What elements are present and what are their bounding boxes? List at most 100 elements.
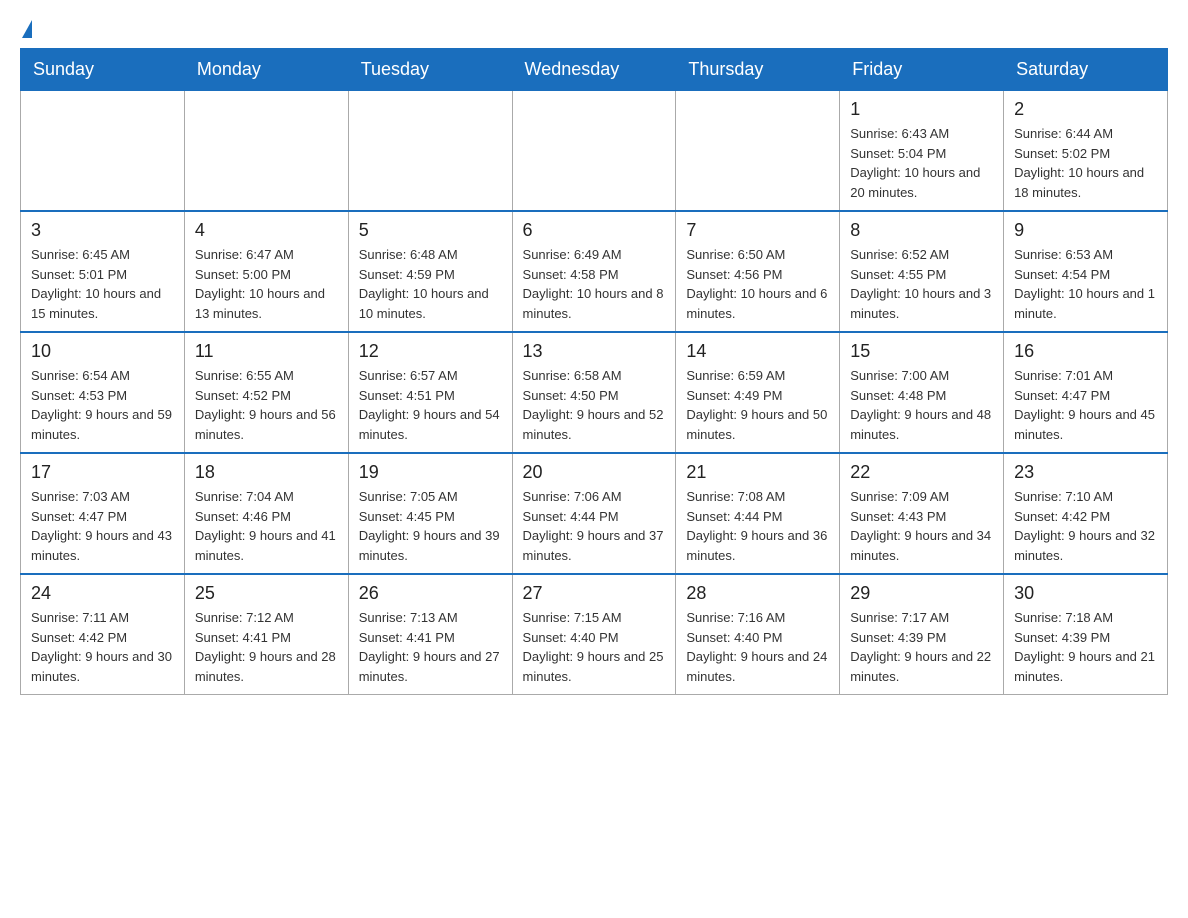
day-sun-info: Sunrise: 7:01 AM Sunset: 4:47 PM Dayligh… xyxy=(1014,366,1157,444)
day-number: 22 xyxy=(850,462,993,483)
calendar-day-cell: 15 Sunrise: 7:00 AM Sunset: 4:48 PM Dayli… xyxy=(840,332,1004,453)
day-number: 30 xyxy=(1014,583,1157,604)
day-number: 25 xyxy=(195,583,338,604)
day-number: 16 xyxy=(1014,341,1157,362)
calendar-day-cell: 10 Sunrise: 6:54 AM Sunset: 4:53 PM Dayli… xyxy=(21,332,185,453)
day-sun-info: Sunrise: 7:04 AM Sunset: 4:46 PM Dayligh… xyxy=(195,487,338,565)
day-sun-info: Sunrise: 7:00 AM Sunset: 4:48 PM Dayligh… xyxy=(850,366,993,444)
header-sunday: Sunday xyxy=(21,49,185,91)
day-sun-info: Sunrise: 7:05 AM Sunset: 4:45 PM Dayligh… xyxy=(359,487,502,565)
day-number: 15 xyxy=(850,341,993,362)
day-number: 23 xyxy=(1014,462,1157,483)
day-number: 24 xyxy=(31,583,174,604)
calendar-day-cell: 22 Sunrise: 7:09 AM Sunset: 4:43 PM Dayli… xyxy=(840,453,1004,574)
header-saturday: Saturday xyxy=(1004,49,1168,91)
calendar-day-cell xyxy=(348,91,512,212)
calendar-day-cell: 28 Sunrise: 7:16 AM Sunset: 4:40 PM Dayli… xyxy=(676,574,840,695)
calendar-day-cell: 9 Sunrise: 6:53 AM Sunset: 4:54 PM Daylig… xyxy=(1004,211,1168,332)
logo xyxy=(20,20,32,38)
calendar-day-cell: 1 Sunrise: 6:43 AM Sunset: 5:04 PM Daylig… xyxy=(840,91,1004,212)
calendar-day-cell: 30 Sunrise: 7:18 AM Sunset: 4:39 PM Dayli… xyxy=(1004,574,1168,695)
calendar-week-row: 10 Sunrise: 6:54 AM Sunset: 4:53 PM Dayli… xyxy=(21,332,1168,453)
page-header xyxy=(20,20,1168,38)
header-monday: Monday xyxy=(184,49,348,91)
day-number: 28 xyxy=(686,583,829,604)
day-number: 12 xyxy=(359,341,502,362)
day-number: 17 xyxy=(31,462,174,483)
calendar-day-cell: 19 Sunrise: 7:05 AM Sunset: 4:45 PM Dayli… xyxy=(348,453,512,574)
calendar-day-cell: 23 Sunrise: 7:10 AM Sunset: 4:42 PM Dayli… xyxy=(1004,453,1168,574)
day-sun-info: Sunrise: 6:50 AM Sunset: 4:56 PM Dayligh… xyxy=(686,245,829,323)
calendar-day-cell: 17Sunrise: 7:03 AM Sunset: 4:47 PM Dayli… xyxy=(21,453,185,574)
header-thursday: Thursday xyxy=(676,49,840,91)
day-number: 27 xyxy=(523,583,666,604)
calendar-week-row: 24 Sunrise: 7:11 AM Sunset: 4:42 PM Dayli… xyxy=(21,574,1168,695)
day-sun-info: Sunrise: 7:08 AM Sunset: 4:44 PM Dayligh… xyxy=(686,487,829,565)
calendar-week-row: 3 Sunrise: 6:45 AM Sunset: 5:01 PM Daylig… xyxy=(21,211,1168,332)
calendar-day-cell: 5 Sunrise: 6:48 AM Sunset: 4:59 PM Daylig… xyxy=(348,211,512,332)
day-sun-info: Sunrise: 6:59 AM Sunset: 4:49 PM Dayligh… xyxy=(686,366,829,444)
calendar-table: Sunday Monday Tuesday Wednesday Thursday… xyxy=(20,48,1168,695)
day-sun-info: Sunrise: 6:49 AM Sunset: 4:58 PM Dayligh… xyxy=(523,245,666,323)
day-sun-info: Sunrise: 6:47 AM Sunset: 5:00 PM Dayligh… xyxy=(195,245,338,323)
calendar-day-cell: 7Sunrise: 6:50 AM Sunset: 4:56 PM Daylig… xyxy=(676,211,840,332)
day-number: 19 xyxy=(359,462,502,483)
day-number: 10 xyxy=(31,341,174,362)
calendar-day-cell: 18Sunrise: 7:04 AM Sunset: 4:46 PM Dayli… xyxy=(184,453,348,574)
day-number: 21 xyxy=(686,462,829,483)
header-wednesday: Wednesday xyxy=(512,49,676,91)
calendar-day-cell: 3 Sunrise: 6:45 AM Sunset: 5:01 PM Daylig… xyxy=(21,211,185,332)
day-number: 20 xyxy=(523,462,666,483)
day-sun-info: Sunrise: 6:45 AM Sunset: 5:01 PM Dayligh… xyxy=(31,245,174,323)
calendar-day-cell: 11 Sunrise: 6:55 AM Sunset: 4:52 PM Dayli… xyxy=(184,332,348,453)
day-number: 1 xyxy=(850,99,993,120)
day-number: 26 xyxy=(359,583,502,604)
day-sun-info: Sunrise: 7:13 AM Sunset: 4:41 PM Dayligh… xyxy=(359,608,502,686)
day-number: 6 xyxy=(523,220,666,241)
day-number: 11 xyxy=(195,341,338,362)
day-number: 29 xyxy=(850,583,993,604)
day-sun-info: Sunrise: 7:06 AM Sunset: 4:44 PM Dayligh… xyxy=(523,487,666,565)
calendar-day-cell: 13Sunrise: 6:58 AM Sunset: 4:50 PM Dayli… xyxy=(512,332,676,453)
day-sun-info: Sunrise: 7:16 AM Sunset: 4:40 PM Dayligh… xyxy=(686,608,829,686)
day-sun-info: Sunrise: 7:12 AM Sunset: 4:41 PM Dayligh… xyxy=(195,608,338,686)
day-number: 14 xyxy=(686,341,829,362)
calendar-day-cell: 8 Sunrise: 6:52 AM Sunset: 4:55 PM Daylig… xyxy=(840,211,1004,332)
day-sun-info: Sunrise: 6:43 AM Sunset: 5:04 PM Dayligh… xyxy=(850,124,993,202)
calendar-day-cell xyxy=(184,91,348,212)
header-tuesday: Tuesday xyxy=(348,49,512,91)
day-number: 2 xyxy=(1014,99,1157,120)
calendar-day-cell xyxy=(512,91,676,212)
day-sun-info: Sunrise: 6:52 AM Sunset: 4:55 PM Dayligh… xyxy=(850,245,993,323)
calendar-day-cell: 21 Sunrise: 7:08 AM Sunset: 4:44 PM Dayli… xyxy=(676,453,840,574)
day-sun-info: Sunrise: 6:58 AM Sunset: 4:50 PM Dayligh… xyxy=(523,366,666,444)
calendar-day-cell: 24 Sunrise: 7:11 AM Sunset: 4:42 PM Dayli… xyxy=(21,574,185,695)
calendar-day-cell: 25 Sunrise: 7:12 AM Sunset: 4:41 PM Dayli… xyxy=(184,574,348,695)
calendar-day-cell: 12Sunrise: 6:57 AM Sunset: 4:51 PM Dayli… xyxy=(348,332,512,453)
day-number: 8 xyxy=(850,220,993,241)
day-sun-info: Sunrise: 6:54 AM Sunset: 4:53 PM Dayligh… xyxy=(31,366,174,444)
day-number: 3 xyxy=(31,220,174,241)
calendar-day-cell: 26 Sunrise: 7:13 AM Sunset: 4:41 PM Dayli… xyxy=(348,574,512,695)
calendar-week-row: 17Sunrise: 7:03 AM Sunset: 4:47 PM Dayli… xyxy=(21,453,1168,574)
day-sun-info: Sunrise: 7:09 AM Sunset: 4:43 PM Dayligh… xyxy=(850,487,993,565)
day-sun-info: Sunrise: 7:11 AM Sunset: 4:42 PM Dayligh… xyxy=(31,608,174,686)
day-sun-info: Sunrise: 7:10 AM Sunset: 4:42 PM Dayligh… xyxy=(1014,487,1157,565)
day-number: 9 xyxy=(1014,220,1157,241)
calendar-day-cell: 27 Sunrise: 7:15 AM Sunset: 4:40 PM Dayli… xyxy=(512,574,676,695)
weekday-header-row: Sunday Monday Tuesday Wednesday Thursday… xyxy=(21,49,1168,91)
calendar-day-cell: 14 Sunrise: 6:59 AM Sunset: 4:49 PM Dayli… xyxy=(676,332,840,453)
day-sun-info: Sunrise: 6:55 AM Sunset: 4:52 PM Dayligh… xyxy=(195,366,338,444)
day-sun-info: Sunrise: 6:48 AM Sunset: 4:59 PM Dayligh… xyxy=(359,245,502,323)
day-number: 5 xyxy=(359,220,502,241)
calendar-day-cell: 2 Sunrise: 6:44 AM Sunset: 5:02 PM Daylig… xyxy=(1004,91,1168,212)
calendar-day-cell: 29Sunrise: 7:17 AM Sunset: 4:39 PM Dayli… xyxy=(840,574,1004,695)
logo-triangle-icon xyxy=(22,20,32,38)
header-friday: Friday xyxy=(840,49,1004,91)
day-number: 4 xyxy=(195,220,338,241)
day-sun-info: Sunrise: 6:53 AM Sunset: 4:54 PM Dayligh… xyxy=(1014,245,1157,323)
calendar-day-cell xyxy=(21,91,185,212)
day-sun-info: Sunrise: 6:44 AM Sunset: 5:02 PM Dayligh… xyxy=(1014,124,1157,202)
day-sun-info: Sunrise: 7:18 AM Sunset: 4:39 PM Dayligh… xyxy=(1014,608,1157,686)
day-sun-info: Sunrise: 7:15 AM Sunset: 4:40 PM Dayligh… xyxy=(523,608,666,686)
